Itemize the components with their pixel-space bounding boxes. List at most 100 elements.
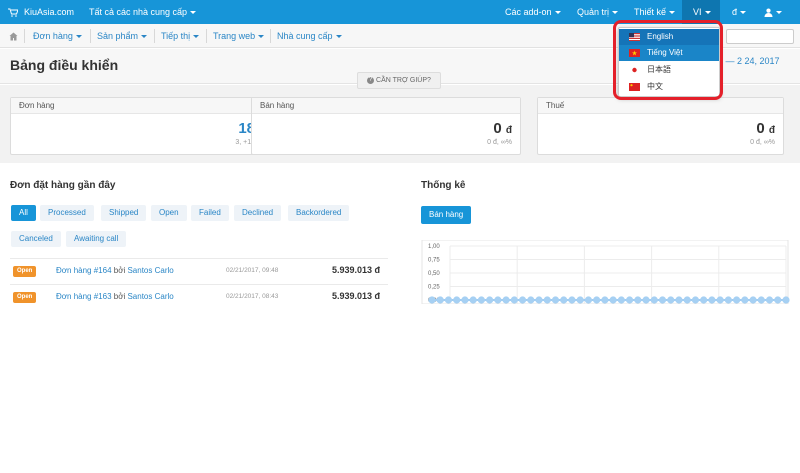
data-point[interactable] [700, 296, 708, 304]
data-point[interactable] [568, 296, 576, 304]
data-point[interactable] [667, 296, 675, 304]
table-row[interactable]: Open Đơn hàng #163 bởi Santos Carlo 02/2… [10, 284, 388, 310]
page-title: Bảng điều khiển [10, 57, 119, 73]
data-point[interactable] [708, 296, 716, 304]
nav-orders[interactable]: Đơn hàng [33, 24, 82, 48]
data-point[interactable] [733, 296, 741, 304]
tax-card[interactable]: Thuế 0 đ 0 đ, ∞% [537, 97, 784, 155]
sales-chart: 1,000,750,500,250,00 [420, 239, 790, 305]
nav-marketing[interactable]: Tiếp thị [161, 24, 200, 48]
nav-website-label: Trang web [213, 31, 256, 41]
addons-label: Các add-on [505, 7, 552, 17]
nav-orders-label: Đơn hàng [33, 31, 73, 41]
date-range-picker[interactable]: 7 — 2 24, 2017 [718, 56, 780, 66]
currency-menu[interactable]: đ [732, 0, 747, 24]
filter-canceled[interactable]: Canceled [11, 231, 61, 247]
card-sub: 0 đ, ∞% [750, 139, 775, 146]
chevron-down-icon [258, 35, 265, 39]
data-point[interactable] [469, 296, 477, 304]
nav-products[interactable]: Sản phẩm [97, 24, 148, 48]
order-number: Đơn hàng #164 [56, 266, 112, 275]
data-point[interactable] [782, 296, 790, 304]
data-point[interactable] [436, 296, 444, 304]
filter-declined[interactable]: Declined [234, 205, 282, 221]
nav-vendors[interactable]: Nhà cung cấp [277, 24, 342, 48]
data-point[interactable] [765, 296, 774, 304]
user-menu[interactable] [764, 0, 782, 24]
data-point[interactable] [609, 296, 617, 304]
y-tick-label: 0,50 [428, 271, 440, 277]
data-point[interactable] [527, 296, 535, 304]
data-point[interactable] [625, 296, 634, 304]
data-point[interactable] [757, 296, 765, 304]
customer-name: Santos Carlo [127, 266, 174, 275]
data-point[interactable] [749, 296, 757, 304]
chevron-down-icon [335, 35, 342, 39]
filter-failed[interactable]: Failed [191, 205, 229, 221]
chevron-down-icon [704, 11, 711, 15]
data-point[interactable] [518, 296, 527, 304]
brand-link[interactable]: KiuAsia.com [24, 0, 74, 24]
home-icon[interactable] [9, 24, 18, 48]
y-tick-label: 1,00 [428, 244, 440, 250]
filter-backordered[interactable]: Backordered [288, 205, 350, 221]
data-point[interactable] [774, 296, 782, 304]
data-point[interactable] [461, 296, 469, 304]
data-point[interactable] [617, 296, 625, 304]
order-total: 5.939.013 đ [331, 265, 380, 275]
data-point[interactable] [675, 296, 683, 304]
data-point[interactable] [560, 296, 568, 304]
chevron-down-icon [669, 11, 676, 15]
data-point[interactable] [576, 296, 584, 304]
filter-awaiting-call[interactable]: Awaiting call [66, 231, 127, 247]
data-point[interactable] [724, 296, 732, 304]
data-point[interactable] [634, 296, 642, 304]
data-point[interactable] [453, 296, 461, 304]
order-link[interactable]: Đơn hàng #163 bởi Santos Carlo [56, 292, 174, 301]
data-point[interactable] [601, 296, 609, 304]
vendors-menu[interactable]: Tất cả các nhà cung cấp [89, 0, 197, 24]
data-point[interactable] [642, 296, 650, 304]
filter-open[interactable]: Open [151, 205, 187, 221]
data-point[interactable] [691, 296, 700, 304]
search-input[interactable] [726, 29, 794, 44]
filter-all[interactable]: All [11, 205, 36, 221]
filter-processed[interactable]: Processed [40, 205, 94, 221]
tab-sales[interactable]: Bán hàng [421, 206, 472, 224]
data-point[interactable] [502, 296, 510, 304]
card-value-number: 0 [493, 120, 502, 137]
chevron-down-icon [612, 11, 619, 15]
help-button[interactable]: ? CẦN TRỢ GIÚP? [357, 72, 441, 89]
data-point[interactable] [543, 296, 551, 304]
language-label: VI [693, 7, 702, 17]
data-point[interactable] [535, 296, 543, 304]
data-point[interactable] [494, 296, 502, 304]
table-row[interactable]: Open Đơn hàng #164 bởi Santos Carlo 02/2… [10, 258, 388, 284]
data-point[interactable] [510, 296, 518, 304]
nav-marketing-label: Tiếp thị [161, 31, 191, 41]
data-point[interactable] [584, 296, 593, 304]
orders-card[interactable]: Đơn hàng 18 3, +15 [10, 97, 264, 155]
chevron-down-icon [554, 11, 561, 15]
chevron-down-icon [740, 11, 747, 15]
data-point[interactable] [658, 296, 667, 304]
data-point[interactable] [444, 296, 453, 304]
data-point[interactable] [551, 296, 560, 304]
admin-menu[interactable]: Quản trị [577, 0, 619, 24]
data-point[interactable] [428, 296, 436, 304]
sales-card[interactable]: Bán hàng 0 đ 0 đ, ∞% [251, 97, 521, 155]
addons-menu[interactable]: Các add-on [505, 0, 561, 24]
divider [270, 29, 271, 43]
data-point[interactable] [741, 296, 749, 304]
data-point[interactable] [683, 296, 691, 304]
filter-shipped[interactable]: Shipped [101, 205, 147, 221]
data-point[interactable] [593, 296, 601, 304]
customer-name: Santos Carlo [127, 292, 174, 301]
nav-website[interactable]: Trang web [213, 24, 265, 48]
data-point[interactable] [486, 296, 494, 304]
currency-label: đ [732, 7, 738, 17]
order-link[interactable]: Đơn hàng #164 bởi Santos Carlo [56, 266, 174, 275]
data-point[interactable] [477, 296, 485, 304]
data-point[interactable] [650, 296, 658, 304]
data-point[interactable] [716, 296, 724, 304]
